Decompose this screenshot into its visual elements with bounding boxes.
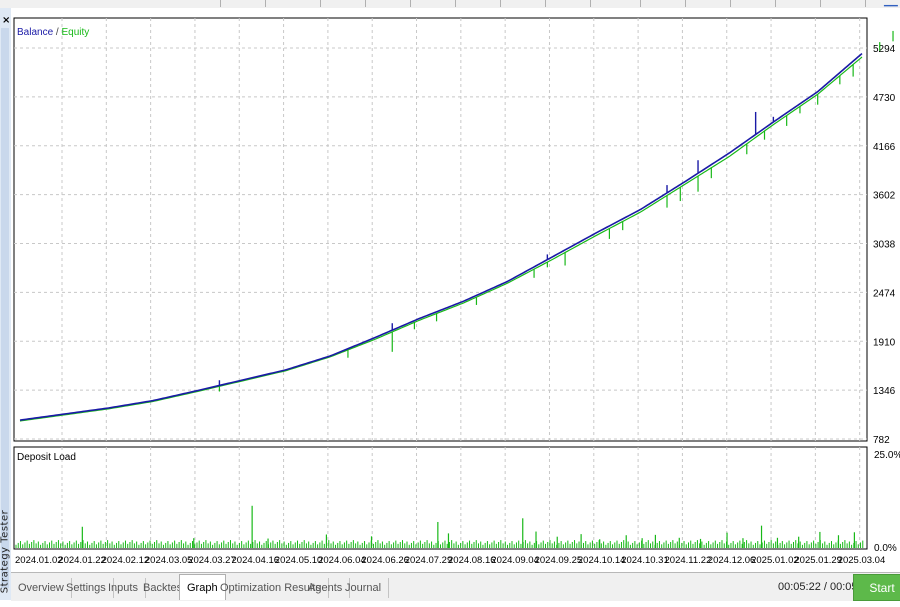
scroll-icon[interactable]: ▁▁: [884, 0, 898, 7]
toolbar-divider: [820, 0, 821, 7]
y-axis-labels: 5294 4730 4166 3602 3038 2474 1910 1346 782: [873, 44, 896, 446]
legend-balance: Balance: [17, 27, 54, 38]
y-tick-label: 3038: [873, 240, 896, 251]
toolbar-divider: [500, 0, 501, 7]
x-tick-label: 2024.09.04: [491, 555, 539, 566]
chart-legend: Balance / Equity: [17, 27, 89, 38]
start-button[interactable]: Start: [853, 574, 900, 601]
x-tick-label: 2024.03.27: [188, 555, 236, 566]
x-tick-label: 2024.01.02: [15, 555, 63, 566]
toolbar-divider: [640, 0, 641, 7]
toolbar-divider: [320, 0, 321, 7]
toolbar-divider: [590, 0, 591, 7]
x-tick-label: 2024.01.22: [58, 555, 106, 566]
x-tick-label: 2025.03.04: [838, 555, 886, 566]
x-tick-label: 2025.01.29: [794, 555, 842, 566]
toolbar-divider: [545, 0, 546, 7]
legend-equity: Equity: [61, 27, 89, 38]
deposit-load-max-label: 25.0%: [874, 450, 900, 461]
y-tick-label: 1910: [873, 337, 896, 348]
x-tick-label: 2024.08.16: [448, 555, 496, 566]
main-chart-frame: [13, 17, 868, 442]
tester-tab-bar: Overview Settings Inputs Backtest Graph …: [11, 572, 900, 601]
graph-area: 5294 4730 4166 3602 3038 2474 1910 1346 782 Bala…: [11, 8, 900, 572]
x-tick-label: 2025.01.02: [751, 555, 799, 566]
x-tick-label: 2024.02.12: [102, 555, 150, 566]
x-tick-label: 2024.07.29: [405, 555, 453, 566]
y-tick-label: 1346: [873, 386, 896, 397]
balance-equity-chart: 5294 4730 4166 3602 3038 2474 1910 1346 782 Bala…: [13, 17, 900, 566]
x-tick-label: 2024.11.22: [665, 555, 712, 566]
toolbar-divider: [775, 0, 776, 7]
y-tick-label: 4166: [873, 142, 896, 153]
x-tick-label: 2024.06.26: [361, 555, 409, 566]
toolbar-divider: [455, 0, 456, 7]
toolbar-divider: [265, 0, 266, 7]
toolbar-divider: [220, 0, 221, 7]
y-tick-label: 4730: [873, 93, 896, 104]
deposit-load-min-label: 0.0%: [874, 543, 897, 554]
deposit-load-frame: [13, 446, 868, 550]
close-icon[interactable]: ×: [2, 16, 10, 26]
y-tick-label: 5294: [873, 44, 896, 55]
toolbar-divider: [410, 0, 411, 7]
x-tick-label: 2024.12.06: [708, 555, 756, 566]
x-tick-label: 2024.06.04: [318, 555, 366, 566]
y-tick-label: 3602: [873, 191, 896, 202]
toolbar-divider: [730, 0, 731, 7]
legend-separator: /: [53, 27, 61, 38]
toolbar-divider: [865, 0, 866, 7]
x-tick-label: 2024.09.25: [535, 555, 583, 566]
panel-title: Strategy Tester: [0, 509, 11, 594]
y-tick-label: 2474: [873, 288, 896, 299]
x-tick-label: 2024.03.05: [145, 555, 193, 566]
x-tick-label: 2024.10.14: [578, 555, 626, 566]
x-tick-label: 2024.05.10: [275, 555, 323, 566]
x-tick-label: 2024.04.16: [232, 555, 280, 566]
toolbar-divider: [685, 0, 686, 7]
x-tick-label: 2024.10.31: [621, 555, 669, 566]
x-axis-labels: 2024.01.022024.01.222024.02.122024.03.05…: [15, 555, 885, 566]
toolbar-divider: [365, 0, 366, 7]
y-tick-label: 782: [873, 435, 890, 446]
deposit-load-title: Deposit Load: [17, 452, 76, 463]
tab-journal[interactable]: Journal: [338, 578, 390, 598]
